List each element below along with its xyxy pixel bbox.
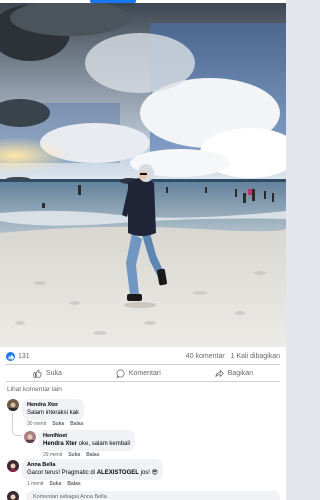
sunglasses-emoji-icon: 😎 (151, 470, 158, 476)
comment-input[interactable]: Komentari sebagai Anna Bella (26, 491, 280, 500)
like-button-label: Suka (45, 369, 62, 377)
comment-text-pre: Gacor terus! Pragmatic di (27, 470, 97, 476)
like-count[interactable]: 131 (18, 353, 30, 360)
reply-text: Hendra Xter oke, salam kembali (43, 440, 130, 448)
reply-meta: 29 menit Suka Balas (43, 452, 99, 458)
avatar[interactable] (24, 431, 36, 443)
post-actions: Suka Komentari Bagikan (6, 365, 280, 381)
comment-author[interactable]: Hendra Xter (27, 402, 79, 409)
reply-reply-link[interactable]: Balas (86, 452, 99, 458)
comment-share-counts[interactable]: 40 komentar 1 Kali dibagikan (186, 353, 280, 360)
mentioned-user[interactable]: Hendra Xter (43, 441, 77, 447)
reply-author[interactable]: HeniNoet (43, 433, 130, 440)
avatar[interactable] (7, 399, 19, 411)
share-button[interactable]: Bagikan (215, 365, 253, 381)
comment-time[interactable]: 30 menit (27, 421, 46, 427)
reply-time[interactable]: 29 menit (43, 452, 62, 458)
comment-author[interactable]: Anna Bella (27, 462, 158, 469)
comment-text-bold: ALEXISTOGEL (96, 470, 139, 476)
post-photo[interactable] (0, 3, 286, 347)
comment-reply-link[interactable]: Balas (67, 481, 80, 487)
comment-like-link[interactable]: Suka (52, 421, 64, 427)
reaction-stats: 131 40 komentar 1 Kali dibagikan (6, 349, 280, 365)
comment-like-link[interactable]: Suka (49, 481, 61, 487)
comment-text: Gacor terus! Pragmatic di ALEXISTOGEL jo… (27, 469, 158, 477)
comment-button[interactable]: Komentari (116, 365, 161, 381)
comment-meta: 30 menit Suka Balas (27, 421, 83, 427)
comment-button-label: Komentari (128, 369, 161, 377)
post-card: 131 40 komentar 1 Kali dibagikan Suka Ko… (0, 0, 286, 500)
thumbs-up-icon (33, 369, 42, 378)
reply-bubble: HeniNoet Hendra Xter oke, salam kembali (38, 430, 136, 451)
view-more-comments-link[interactable]: Lihat komentar lain (7, 386, 62, 393)
like-reaction-icon (6, 352, 15, 361)
reply-connector (12, 426, 22, 436)
share-button-label: Bagikan (227, 369, 254, 377)
comment-bubble: Anna Bella Gacor terus! Pragmatic di ALE… (22, 459, 163, 480)
my-avatar[interactable] (7, 491, 19, 500)
comment-time[interactable]: 1 menit (27, 481, 43, 487)
comment-reply-link[interactable]: Balas (70, 421, 83, 427)
reply-text-body: oke, salam kembali (77, 441, 131, 447)
avatar[interactable] (7, 460, 19, 472)
comment-meta: 1 menit Suka Balas (27, 481, 81, 487)
share-arrow-icon (215, 369, 224, 377)
comment-bubble-icon (116, 369, 125, 378)
reply-like-link[interactable]: Suka (68, 452, 80, 458)
like-button[interactable]: Suka (33, 365, 62, 381)
share-count[interactable]: 1 Kali dibagikan (231, 353, 280, 360)
divider (6, 381, 280, 382)
comment-text: Salam interaksi kak (27, 410, 80, 416)
comment-text-post: jos! (138, 470, 152, 476)
comment-bubble: Hendra Xter Salam interaksi kak (22, 399, 85, 420)
comment-count[interactable]: 40 komentar (186, 353, 225, 360)
